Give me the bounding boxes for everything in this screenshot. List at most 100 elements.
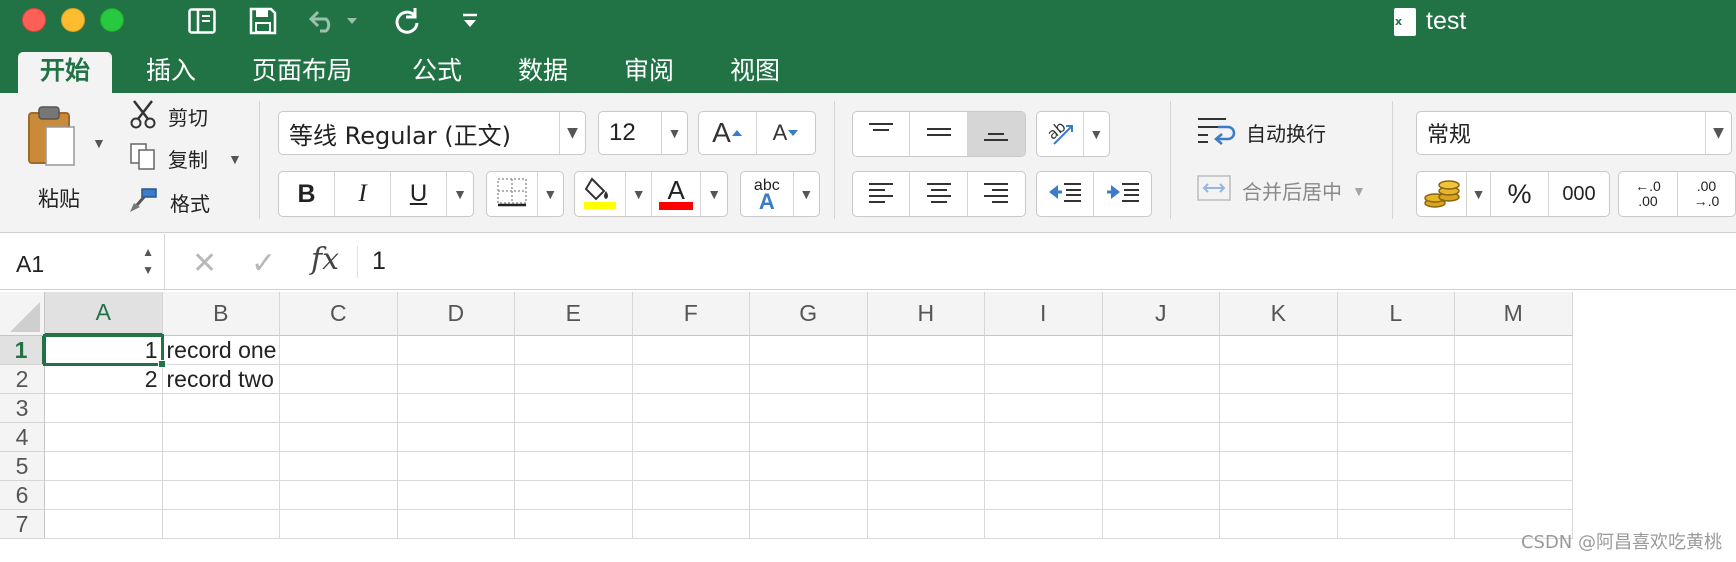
row-header-1[interactable]: 1 xyxy=(0,336,45,365)
fill-color-dropdown-icon[interactable]: ▼ xyxy=(626,172,652,216)
cancel-entry-icon[interactable]: ✕ xyxy=(192,246,217,281)
row-header-2[interactable]: 2 xyxy=(0,365,45,394)
cell-d3[interactable] xyxy=(397,394,515,423)
cell-k6[interactable] xyxy=(1220,481,1338,510)
name-box[interactable]: A1 ▲ ▼ xyxy=(0,234,165,290)
cell-b6[interactable] xyxy=(162,481,280,510)
cell-g3[interactable] xyxy=(750,394,868,423)
column-header-e[interactable]: E xyxy=(515,292,633,336)
close-window-button[interactable] xyxy=(22,8,46,32)
confirm-entry-icon[interactable]: ✓ xyxy=(251,246,276,281)
cell-h5[interactable] xyxy=(867,452,985,481)
cell-a6[interactable] xyxy=(45,481,163,510)
cell-i3[interactable] xyxy=(985,394,1103,423)
cell-f2[interactable] xyxy=(632,365,750,394)
underline-button[interactable]: U xyxy=(391,172,447,216)
column-header-f[interactable]: F xyxy=(632,292,750,336)
merge-center-dropdown-icon[interactable]: ▼ xyxy=(1352,183,1366,199)
cell-l5[interactable] xyxy=(1337,452,1455,481)
paste-dropdown-icon[interactable]: ▼ xyxy=(92,135,106,151)
align-right-button[interactable] xyxy=(968,172,1025,216)
cell-m5[interactable] xyxy=(1455,452,1573,481)
cell-k7[interactable] xyxy=(1220,510,1338,539)
cell-e1[interactable] xyxy=(515,336,633,365)
column-header-i[interactable]: I xyxy=(985,292,1103,336)
copy-dropdown-icon[interactable]: ▼ xyxy=(228,151,242,167)
fill-handle[interactable] xyxy=(157,360,166,368)
cell-m4[interactable] xyxy=(1455,423,1573,452)
number-format-select[interactable]: 常规 ▼ xyxy=(1416,111,1732,155)
cell-i7[interactable] xyxy=(985,510,1103,539)
cell-l6[interactable] xyxy=(1337,481,1455,510)
column-header-h[interactable]: H xyxy=(867,292,985,336)
cell-d7[interactable] xyxy=(397,510,515,539)
column-header-l[interactable]: L xyxy=(1337,292,1455,336)
merge-center-button[interactable]: 合并后居中 ▼ xyxy=(1196,173,1366,208)
tab-view[interactable]: 视图 xyxy=(708,52,802,93)
tab-page-layout[interactable]: 页面布局 xyxy=(230,52,374,93)
cell-e7[interactable] xyxy=(515,510,633,539)
align-center-button[interactable] xyxy=(910,172,968,216)
comma-style-button[interactable]: 000 xyxy=(1549,172,1609,216)
cell-l2[interactable] xyxy=(1337,365,1455,394)
cell-g5[interactable] xyxy=(750,452,868,481)
align-bottom-button[interactable] xyxy=(967,112,1025,156)
cell-d4[interactable] xyxy=(397,423,515,452)
cell-c4[interactable] xyxy=(280,423,398,452)
customize-toolbar-icon[interactable] xyxy=(455,6,485,36)
cell-h6[interactable] xyxy=(867,481,985,510)
italic-button[interactable]: I xyxy=(335,172,391,216)
save-icon[interactable] xyxy=(248,6,278,36)
cell-c5[interactable] xyxy=(280,452,398,481)
column-header-j[interactable]: J xyxy=(1102,292,1220,336)
accounting-dropdown-icon[interactable]: ▼ xyxy=(1467,172,1491,216)
cell-e3[interactable] xyxy=(515,394,633,423)
font-size-select[interactable]: 12 ▼ xyxy=(598,111,688,155)
percent-style-button[interactable]: % xyxy=(1491,172,1549,216)
cell-j7[interactable] xyxy=(1102,510,1220,539)
align-left-button[interactable] xyxy=(853,172,911,216)
cell-a2[interactable]: 2 xyxy=(45,365,163,394)
cell-h3[interactable] xyxy=(867,394,985,423)
phonetic-dropdown-icon[interactable]: ▼ xyxy=(794,172,819,216)
number-format-dropdown-icon[interactable]: ▼ xyxy=(1705,112,1731,154)
cell-k1[interactable] xyxy=(1220,336,1338,365)
cell-h1[interactable] xyxy=(867,336,985,365)
phonetic-button[interactable]: abc A xyxy=(741,172,794,216)
increase-indent-button[interactable] xyxy=(1094,172,1151,216)
align-top-button[interactable] xyxy=(853,112,911,156)
cell-c7[interactable] xyxy=(280,510,398,539)
cell-j5[interactable] xyxy=(1102,452,1220,481)
bold-button[interactable]: B xyxy=(279,172,335,216)
cell-j6[interactable] xyxy=(1102,481,1220,510)
column-header-b[interactable]: B xyxy=(162,292,280,336)
cell-b3[interactable] xyxy=(162,394,280,423)
name-box-stepper-icon[interactable]: ▲ ▼ xyxy=(142,243,154,279)
cell-f1[interactable] xyxy=(632,336,750,365)
cell-e6[interactable] xyxy=(515,481,633,510)
cell-i2[interactable] xyxy=(985,365,1103,394)
increase-decimal-button[interactable]: ←.0 .00 xyxy=(1619,172,1678,216)
row-header-5[interactable]: 5 xyxy=(0,452,45,481)
cell-f4[interactable] xyxy=(632,423,750,452)
cell-l7[interactable] xyxy=(1337,510,1455,539)
cell-e5[interactable] xyxy=(515,452,633,481)
cell-g2[interactable] xyxy=(750,365,868,394)
worksheet-grid[interactable]: A B C D E F G H I J K L M 1 1 record one 2 2 record two 3 4 5… xyxy=(0,292,1736,562)
column-header-g[interactable]: G xyxy=(750,292,868,336)
cell-c3[interactable] xyxy=(280,394,398,423)
zoom-window-button[interactable] xyxy=(100,8,124,32)
cell-m6[interactable] xyxy=(1455,481,1573,510)
tab-data[interactable]: 数据 xyxy=(496,52,590,93)
cell-b7[interactable] xyxy=(162,510,280,539)
cell-d6[interactable] xyxy=(397,481,515,510)
cell-f5[interactable] xyxy=(632,452,750,481)
redo-icon[interactable] xyxy=(392,6,422,36)
decrease-decimal-button[interactable]: .00 →.0 xyxy=(1678,172,1735,216)
cell-h2[interactable] xyxy=(867,365,985,394)
cell-d1[interactable] xyxy=(397,336,515,365)
row-header-7[interactable]: 7 xyxy=(0,510,45,539)
borders-button[interactable] xyxy=(487,172,538,216)
cell-k5[interactable] xyxy=(1220,452,1338,481)
cell-j1[interactable] xyxy=(1102,336,1220,365)
